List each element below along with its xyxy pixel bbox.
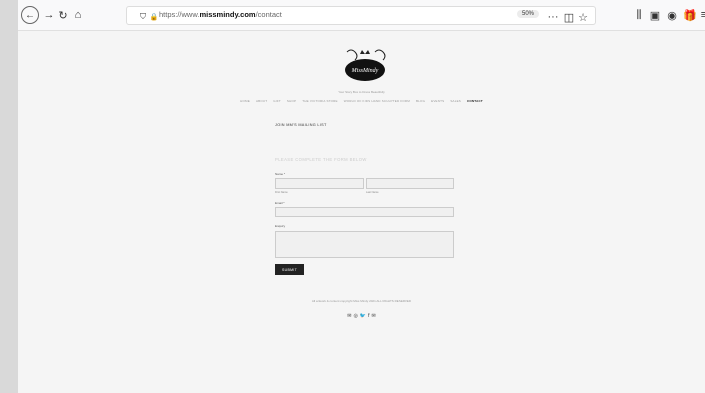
nav-events[interactable]: EVENTS [431, 99, 444, 103]
nav-shop[interactable]: SHOP [287, 99, 296, 103]
zoom-level[interactable]: 50% [517, 10, 540, 18]
main-nav: HOME ABOUT GIFT SHOP THE VICTORIA STORE … [18, 99, 705, 103]
last-name-label: Last Name [366, 191, 379, 194]
account-icon[interactable]: ◉ [664, 7, 680, 23]
email-label: Email * [275, 201, 285, 205]
browser-window: ← → ↻ ⌂ ⛉ 🔒 https://www.missmindy.com/co… [18, 0, 705, 393]
bookmark-star-icon[interactable]: ☆ [575, 9, 591, 25]
instagram-icon[interactable]: ◎ [354, 313, 358, 319]
nav-world-of-kids[interactable]: WORLD OF KIDS HAND SCULPTED FORM [344, 99, 410, 103]
first-name-input[interactable] [275, 178, 364, 189]
url-text[interactable]: https://www.missmindy.com/contact [159, 10, 282, 19]
email-icon[interactable]: ✉ [372, 313, 376, 319]
submit-button[interactable]: SUBMIT [275, 264, 304, 275]
nav-about[interactable]: ABOUT [256, 99, 267, 103]
facebook-icon[interactable]: f [368, 313, 369, 319]
address-bar[interactable]: ⛉ 🔒 https://www.missmindy.com/contact 50… [126, 6, 596, 25]
library-icon[interactable]: ⫼ [631, 7, 647, 23]
nav-home[interactable]: HOME [240, 99, 250, 103]
page-actions-icon[interactable]: ··· [545, 9, 561, 25]
enquiry-textarea[interactable] [275, 231, 454, 258]
sidebar-icon[interactable]: ▣ [647, 7, 663, 23]
reload-button[interactable]: ↻ [55, 7, 71, 23]
home-button[interactable]: ⌂ [70, 7, 86, 23]
nav-victoria-store[interactable]: THE VICTORIA STORE [302, 99, 338, 103]
logo-text: MissMindy [351, 68, 379, 74]
name-label: Name * [275, 172, 286, 176]
first-name-label: First Name [275, 191, 288, 194]
browser-toolbar: ← → ↻ ⌂ ⛉ 🔒 https://www.missmindy.com/co… [18, 0, 705, 31]
site-logo[interactable]: MissMindy [343, 48, 387, 84]
email-icon[interactable]: ✉ [347, 313, 351, 319]
last-name-input[interactable] [366, 178, 454, 189]
enquiry-label: Enquiry [275, 224, 286, 228]
web-page: MissMindy Your Story Box to Dress Beauti… [18, 31, 705, 393]
back-button[interactable]: ← [21, 6, 39, 24]
twitter-icon[interactable]: 🐦 [360, 313, 366, 319]
social-links: ✉ ◎ 🐦 f ✉ [18, 313, 705, 319]
menu-icon[interactable]: ≡ [696, 7, 705, 23]
email-input[interactable] [275, 207, 454, 217]
nav-gift[interactable]: GIFT [273, 99, 281, 103]
form-subheading: PLEASE COMPLETE THE FORM BELOW [275, 157, 367, 162]
nav-blog[interactable]: BLOG [416, 99, 425, 103]
nav-contact[interactable]: CONTACT [467, 99, 483, 103]
footer-copyright: All artwork & content copyright Miss Min… [311, 299, 412, 303]
site-tagline: Your Story Box to Dress Beautifully [338, 90, 385, 94]
page-title: JOIN MM'S MAILING LIST [275, 123, 327, 127]
nav-sales[interactable]: SALES [450, 99, 461, 103]
